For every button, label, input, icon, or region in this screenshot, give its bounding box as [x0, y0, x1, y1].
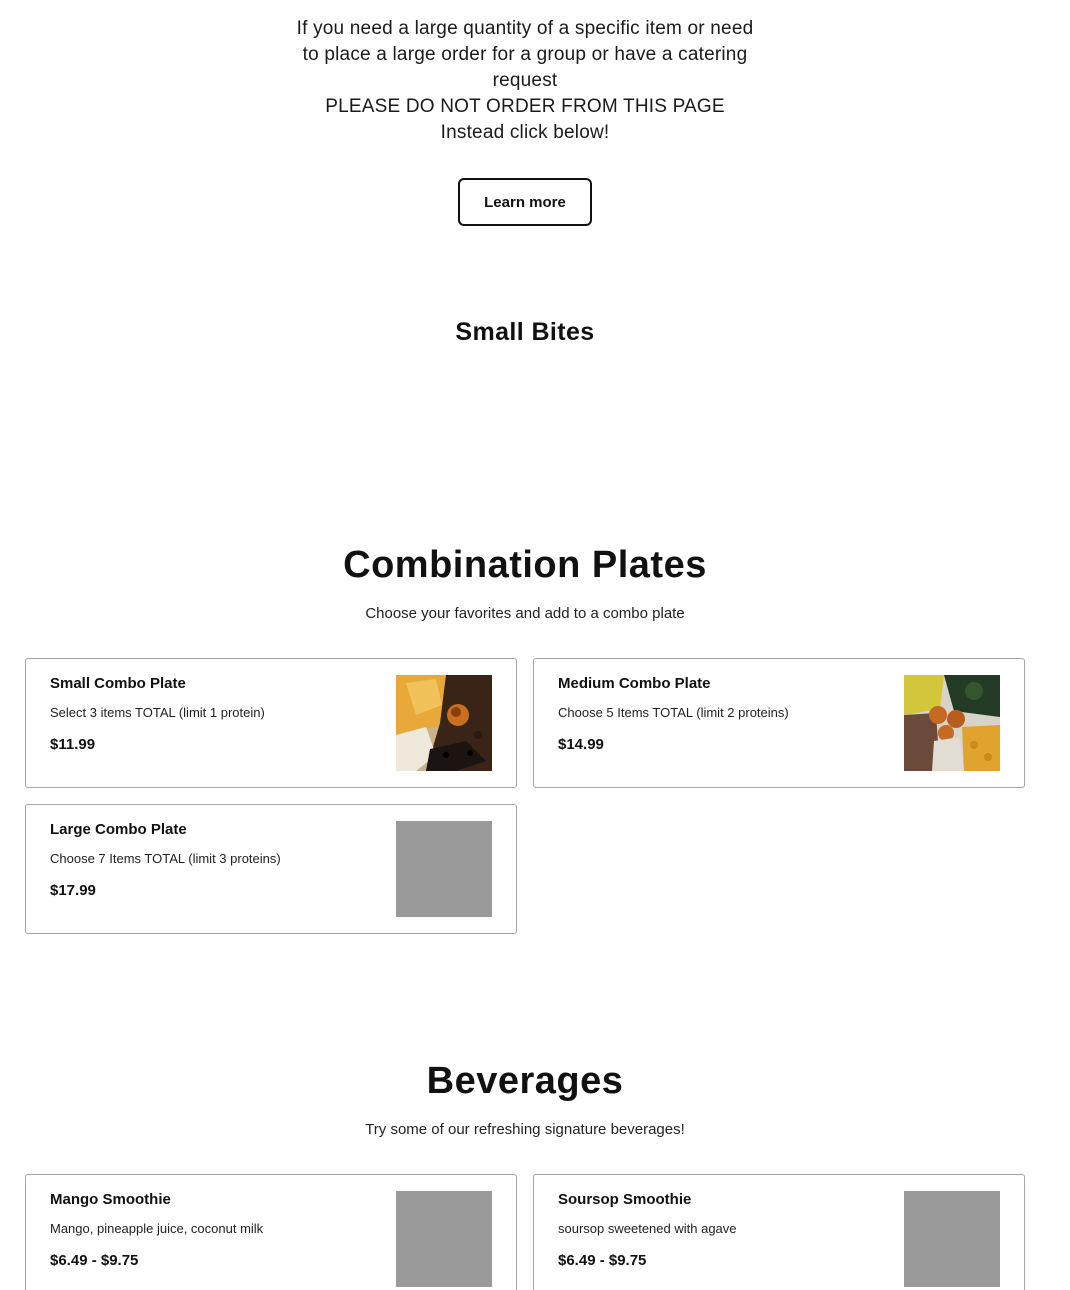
learn-more-button[interactable]: Learn more — [458, 178, 592, 226]
item-name: Medium Combo Plate — [558, 675, 711, 692]
item-name: Large Combo Plate — [50, 821, 187, 838]
notice-line: If you need a large quantity of a specif… — [296, 18, 754, 39]
item-description: Choose 7 Items TOTAL (limit 3 proteins) — [50, 851, 281, 866]
notice-line: to place a large order for a group or ha… — [302, 44, 748, 65]
menu-item-large-combo-plate[interactable]: Large Combo Plate Choose 7 Items TOTAL (… — [25, 804, 517, 934]
item-price: $11.99 — [50, 736, 96, 753]
item-name: Mango Smoothie — [50, 1191, 171, 1208]
section-subtitle-combination-plates: Choose your favorites and add to a combo… — [365, 605, 685, 622]
item-photo — [396, 675, 492, 771]
section-title-small-bites: Small Bites — [455, 318, 595, 346]
menu-item-small-combo-plate[interactable]: Small Combo Plate Select 3 items TOTAL (… — [25, 658, 517, 788]
notice-warning: PLEASE DO NOT ORDER FROM THIS PAGE — [325, 96, 725, 117]
item-description: Mango, pineapple juice, coconut milk — [50, 1221, 264, 1236]
item-photo-placeholder — [396, 821, 492, 917]
item-description: Select 3 items TOTAL (limit 1 protein) — [50, 705, 265, 720]
item-photo-placeholder — [396, 1191, 492, 1287]
section-title-beverages: Beverages — [426, 1060, 624, 1102]
item-price: $6.49 - $9.75 — [50, 1252, 139, 1269]
menu-page: If you need a large quantity of a specif… — [0, 0, 1070, 1290]
item-name: Small Combo Plate — [50, 675, 186, 692]
item-photo-placeholder — [904, 1191, 1000, 1287]
catering-notice: If you need a large quantity of a specif… — [285, 16, 765, 146]
item-description: Choose 5 Items TOTAL (limit 2 proteins) — [558, 705, 789, 720]
menu-item-mango-smoothie[interactable]: Mango Smoothie Mango, pineapple juice, c… — [25, 1174, 517, 1290]
menu-item-soursop-smoothie[interactable]: Soursop Smoothie soursop sweetened with … — [533, 1174, 1025, 1290]
notice-line: request — [492, 70, 558, 91]
item-name: Soursop Smoothie — [558, 1191, 692, 1208]
notice-line: Instead click below! — [440, 122, 610, 143]
menu-item-medium-combo-plate[interactable]: Medium Combo Plate Choose 5 Items TOTAL … — [533, 658, 1025, 788]
item-price: $6.49 - $9.75 — [558, 1252, 647, 1269]
section-title-combination-plates: Combination Plates — [343, 544, 707, 586]
item-price: $17.99 — [50, 882, 96, 899]
section-subtitle-beverages: Try some of our refreshing signature bev… — [365, 1121, 685, 1138]
item-photo — [904, 675, 1000, 771]
item-price: $14.99 — [558, 736, 604, 753]
item-description: soursop sweetened with agave — [558, 1221, 737, 1236]
